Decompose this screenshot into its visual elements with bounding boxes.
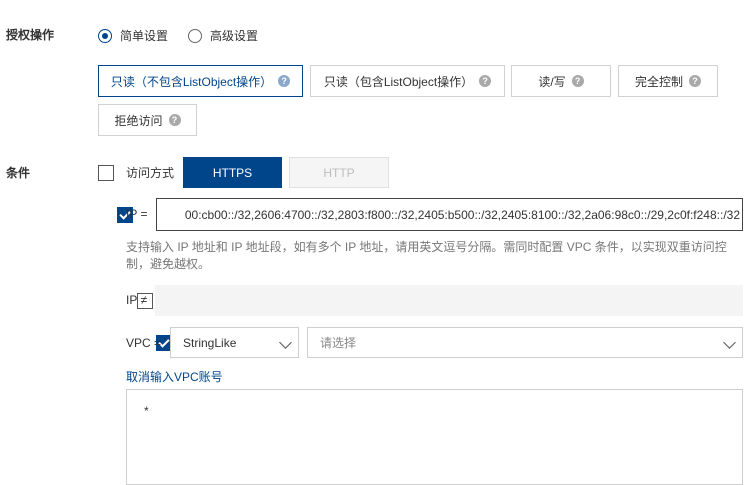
perm-full-control-label: 完全控制 — [634, 74, 683, 89]
simple-mode-radio[interactable] — [98, 28, 112, 43]
perm-readonly-no-list-label: 只读（不包含ListObject操作） — [110, 74, 273, 89]
simple-mode-label: 简单设置 — [120, 29, 169, 43]
vpc-value-select[interactable]: 请选择 — [307, 327, 743, 358]
help-icon[interactable]: ? — [571, 75, 584, 87]
ip-equal-input[interactable]: 00:cb00::/32,2606:4700::/32,2803:f800::/… — [156, 198, 743, 231]
ip-helper-text: 支持输入 IP 地址和 IP 地址段，如有多个 IP 地址，请用英文逗号分隔。需… — [126, 240, 727, 271]
perm-readonly-with-list-button[interactable]: 只读（包含ListObject操作）? — [310, 65, 505, 97]
http-toggle-button[interactable]: HTTP — [289, 157, 389, 188]
help-icon[interactable]: ? — [168, 114, 181, 126]
perm-deny-label: 拒绝访问 — [114, 113, 163, 128]
access-method-checkbox[interactable] — [98, 165, 114, 181]
ip-equal-value: 00:cb00::/32,2606:4700::/32,2803:f800::/… — [184, 207, 740, 222]
access-method-label: 访问方式 — [126, 166, 175, 180]
vpc-operator-select[interactable]: StringLike — [170, 327, 299, 358]
conditions-section-label: 条件 — [6, 166, 31, 180]
perm-read-write-label: 读/写 — [538, 74, 566, 89]
advanced-mode-label: 高级设置 — [210, 29, 259, 43]
help-icon[interactable]: ? — [689, 75, 701, 87]
vpc-label: VPC = — [126, 336, 162, 350]
vpc-account-textarea[interactable]: * — [126, 389, 743, 485]
ip-not-equal-input[interactable] — [155, 285, 743, 316]
advanced-mode-radio[interactable] — [188, 28, 202, 43]
vpc-value-placeholder: 请选择 — [320, 336, 357, 350]
perm-read-write-button[interactable]: 读/写? — [511, 65, 611, 97]
advanced-mode-radio-group[interactable]: 高级设置 — [188, 27, 258, 44]
help-icon[interactable]: ? — [278, 75, 291, 87]
help-icon[interactable]: ? — [479, 75, 492, 87]
chevron-down-icon — [723, 336, 736, 349]
chevron-down-icon — [279, 336, 292, 349]
simple-mode-radio-group[interactable]: 简单设置 — [98, 27, 168, 44]
perm-readonly-no-list-button[interactable]: 只读（不包含ListObject操作）? — [98, 65, 303, 97]
auth-section-label: 授权操作 — [6, 28, 55, 42]
ip-not-equal-label: IP ≠ — [126, 293, 148, 307]
https-toggle-button[interactable]: HTTPS — [183, 157, 282, 188]
cancel-vpc-account-link[interactable]: 取消输入VPC账号 — [126, 368, 223, 385]
vpc-operator-value: StringLike — [183, 335, 237, 350]
ip-equal-label: IP = — [126, 207, 148, 221]
perm-deny-button[interactable]: 拒绝访问? — [98, 104, 197, 136]
vpc-account-value: * — [144, 404, 149, 418]
perm-full-control-button[interactable]: 完全控制? — [618, 65, 718, 97]
perm-readonly-with-list-label: 只读（包含ListObject操作） — [323, 74, 474, 89]
